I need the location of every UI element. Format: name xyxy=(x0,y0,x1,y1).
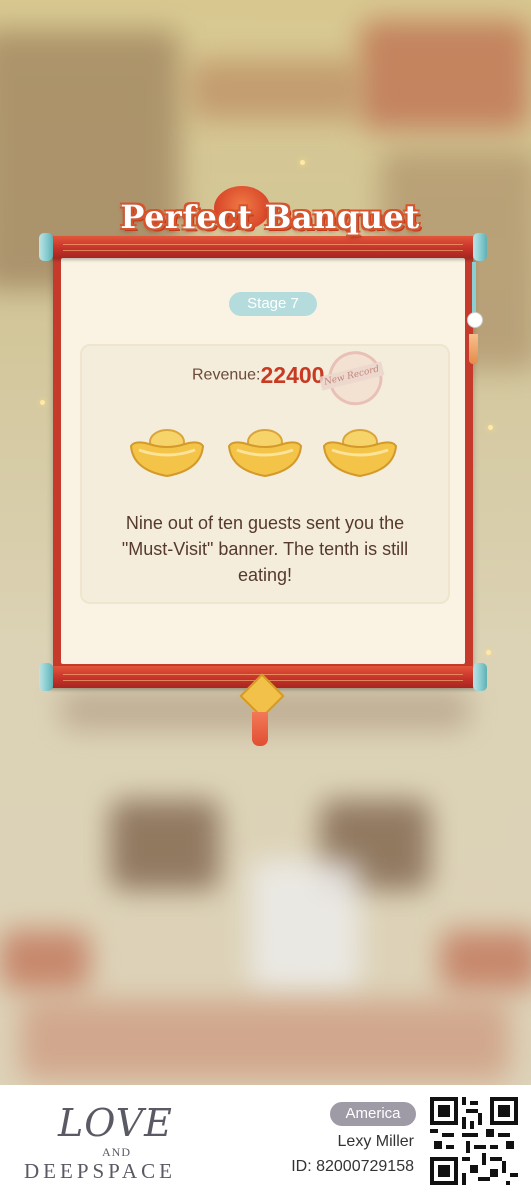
gold-ingot-icon xyxy=(129,429,205,478)
player-name: Lexy Miller xyxy=(337,1133,414,1150)
revenue-label: Revenue: xyxy=(192,366,261,384)
player-id: ID: 82000729158 xyxy=(291,1158,414,1175)
new-record-stamp: New Record xyxy=(315,345,389,411)
gold-ingot-icon xyxy=(227,429,303,478)
logo-and: AND xyxy=(102,1145,131,1159)
region-badge: America xyxy=(330,1102,416,1126)
sparkle-icon xyxy=(40,400,45,405)
revenue-row: Revenue:22400 xyxy=(192,362,324,392)
pendant-tassel-icon xyxy=(252,712,268,746)
logo-love: LOVE xyxy=(58,1101,173,1145)
scroll-paper: Stage 7 Revenue:22400 New Record Nine ou… xyxy=(61,258,465,664)
logo-deepspace: DEEPSPACE xyxy=(24,1159,176,1183)
result-card: Revenue:22400 New Record Nine out of ten… xyxy=(80,344,450,604)
result-scroll: Stage 7 Revenue:22400 New Record Nine ou… xyxy=(53,248,473,668)
tassel-fringe-icon xyxy=(469,334,478,364)
tassel-bead-icon xyxy=(467,312,483,328)
stage-badge: Stage 7 xyxy=(229,292,317,316)
revenue-value: 22400 xyxy=(260,362,325,388)
share-footer: LOVE AND DEEPSPACE America Lexy Miller I… xyxy=(0,1085,531,1200)
sparkle-icon xyxy=(488,425,493,430)
sparkle-icon xyxy=(300,160,305,165)
result-title: Perfect Banquet xyxy=(120,198,420,236)
gold-ingot-icon xyxy=(322,429,398,478)
result-message: Nine out of ten guests sent you the "Mus… xyxy=(121,513,409,585)
sparkle-icon xyxy=(486,650,491,655)
qr-code-icon xyxy=(430,1097,518,1185)
